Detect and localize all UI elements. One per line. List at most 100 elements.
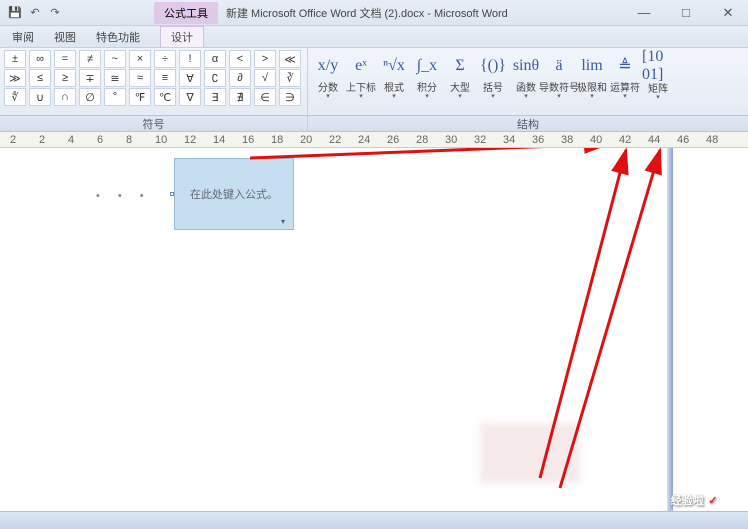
symbol-cell[interactable]: ° [104, 88, 126, 106]
symbol-cell[interactable]: ∞ [29, 50, 51, 68]
symbol-cell[interactable]: ∁ [204, 69, 226, 87]
symbol-cell[interactable]: ≈ [129, 69, 151, 87]
symbol-cell[interactable]: ≡ [154, 69, 176, 87]
symbol-cell[interactable]: ~ [104, 50, 126, 68]
symbol-cell[interactable]: ÷ [154, 50, 176, 68]
symbols-grid: ±∞=≠~×÷!α<>≪ ≫≤≥∓≅≈≡∀∁∂√∛ ∜∪∩∅°℉℃∇∃∄∈∋ [4, 50, 303, 106]
symbol-cell[interactable]: ∅ [79, 88, 101, 106]
structure-button-5[interactable]: {()}括号▾ [477, 50, 510, 102]
symbol-cell[interactable]: ∃ [204, 88, 226, 106]
save-icon[interactable]: 💾 [6, 4, 24, 22]
structure-icon: eˣ [355, 52, 367, 79]
dropdown-icon[interactable]: ▾ [590, 92, 594, 100]
structure-buttons: x/y分数▾eˣ上下标▾ⁿ√x根式▾∫_x积分▾Σ大型▾{()}括号▾sinθ函… [312, 50, 744, 102]
window-controls: — □ ✕ [630, 5, 742, 21]
horizontal-ruler[interactable]: 2246810121416182022242628303234363840424… [0, 132, 748, 148]
symbol-cell[interactable]: ≫ [4, 69, 26, 87]
ruler-mark: 18 [271, 134, 283, 146]
dropdown-icon[interactable]: ▾ [491, 92, 495, 100]
structure-icon: {()} [480, 52, 506, 79]
dropdown-icon[interactable]: ▾ [458, 92, 462, 100]
dropdown-icon[interactable]: ▾ [359, 92, 363, 100]
symbol-cell[interactable]: ≅ [104, 69, 126, 87]
ruler-mark: 22 [329, 134, 341, 146]
undo-icon[interactable]: ↶ [26, 4, 44, 22]
symbol-cell[interactable]: ∜ [4, 88, 26, 106]
dropdown-icon[interactable]: ▾ [656, 93, 660, 101]
structure-button-7[interactable]: ä导数符号▾ [543, 50, 576, 102]
structure-button-3[interactable]: ∫_x积分▾ [411, 50, 444, 102]
maximize-button[interactable]: □ [672, 5, 700, 21]
symbols-group-label: 符号 [0, 116, 308, 131]
equation-handle-icon[interactable] [170, 192, 174, 196]
equation-placeholder[interactable]: 在此处键入公式。 ▾ [174, 158, 294, 230]
symbol-cell[interactable]: ∀ [179, 69, 201, 87]
symbol-cell[interactable]: ! [179, 50, 201, 68]
symbol-cell[interactable]: ℉ [129, 88, 151, 106]
symbol-cell[interactable]: ∄ [229, 88, 251, 106]
ruler-mark: 6 [97, 134, 103, 146]
symbol-cell[interactable]: ∛ [279, 69, 301, 87]
structure-button-9[interactable]: ≜运算符▾ [609, 50, 642, 102]
dropdown-icon[interactable]: ▾ [392, 92, 396, 100]
symbol-cell[interactable]: ∋ [279, 88, 301, 106]
dropdown-icon[interactable]: ▾ [524, 92, 528, 100]
dropdown-icon[interactable]: ▾ [557, 92, 561, 100]
symbol-cell[interactable]: √ [254, 69, 276, 87]
symbol-cell[interactable]: ∈ [254, 88, 276, 106]
close-button[interactable]: ✕ [714, 5, 742, 21]
symbol-cell[interactable]: ± [4, 50, 26, 68]
structure-button-2[interactable]: ⁿ√x根式▾ [378, 50, 411, 102]
symbol-cell[interactable]: > [254, 50, 276, 68]
ruler-mark: 44 [648, 134, 660, 146]
ruler-mark: 28 [416, 134, 428, 146]
tab-view[interactable]: 视图 [54, 29, 76, 45]
tab-special[interactable]: 特色功能 [96, 29, 140, 45]
structure-icon: ≜ [618, 52, 631, 79]
dropdown-icon[interactable]: ▾ [623, 92, 627, 100]
symbol-cell[interactable]: ≪ [279, 50, 301, 68]
document-title: 新建 Microsoft Office Word 文档 (2).docx - M… [226, 5, 508, 21]
structure-button-6[interactable]: sinθ函数▾ [510, 50, 543, 102]
equation-dropdown-icon[interactable]: ▾ [281, 217, 291, 227]
symbol-cell[interactable]: < [229, 50, 251, 68]
document-canvas[interactable]: ••• 在此处键入公式。 ▾ [0, 148, 748, 528]
symbol-cell[interactable]: ℃ [154, 88, 176, 106]
structure-button-4[interactable]: Σ大型▾ [444, 50, 477, 102]
ruler-mark: 46 [677, 134, 689, 146]
structures-group-label: 结构 [308, 116, 748, 131]
symbol-cell[interactable]: ∪ [29, 88, 51, 106]
symbol-cell[interactable]: ≠ [79, 50, 101, 68]
contextual-tab-label: 公式工具 [154, 2, 218, 24]
dropdown-icon[interactable]: ▾ [326, 92, 330, 100]
symbol-cell[interactable]: ∩ [54, 88, 76, 106]
symbol-cell[interactable]: = [54, 50, 76, 68]
symbol-cell[interactable]: ∓ [79, 69, 101, 87]
symbol-cell[interactable]: ∂ [229, 69, 251, 87]
page-right-edge [667, 148, 673, 528]
tab-review[interactable]: 审阅 [12, 29, 34, 45]
minimize-button[interactable]: — [630, 5, 658, 21]
ruler-mark: 32 [474, 134, 486, 146]
ruler-mark: 2 [39, 134, 45, 146]
tab-design[interactable]: 设计 [160, 26, 204, 47]
redo-icon[interactable]: ↷ [46, 4, 64, 22]
structure-button-10[interactable]: [10 01]矩阵▾ [642, 50, 675, 102]
structures-group: x/y分数▾eˣ上下标▾ⁿ√x根式▾∫_x积分▾Σ大型▾{()}括号▾sinθ函… [308, 48, 748, 115]
ruler-mark: 38 [561, 134, 573, 146]
structure-button-0[interactable]: x/y分数▾ [312, 50, 345, 102]
structure-button-8[interactable]: lim极限和▾ [576, 50, 609, 102]
symbol-cell[interactable]: ∇ [179, 88, 201, 106]
structure-icon: [10 01] [642, 52, 674, 80]
symbol-cell[interactable]: α [204, 50, 226, 68]
symbol-cell[interactable]: ≤ [29, 69, 51, 87]
symbol-cell[interactable]: ≥ [54, 69, 76, 87]
ruler-mark: 16 [242, 134, 254, 146]
ruler-mark: 30 [445, 134, 457, 146]
ribbon-group-labels: 符号 结构 [0, 116, 748, 132]
symbol-cell[interactable]: × [129, 50, 151, 68]
watermark-check-icon: ✓ [708, 495, 717, 507]
structure-icon: ä [555, 52, 562, 79]
dropdown-icon[interactable]: ▾ [425, 92, 429, 100]
structure-button-1[interactable]: eˣ上下标▾ [345, 50, 378, 102]
